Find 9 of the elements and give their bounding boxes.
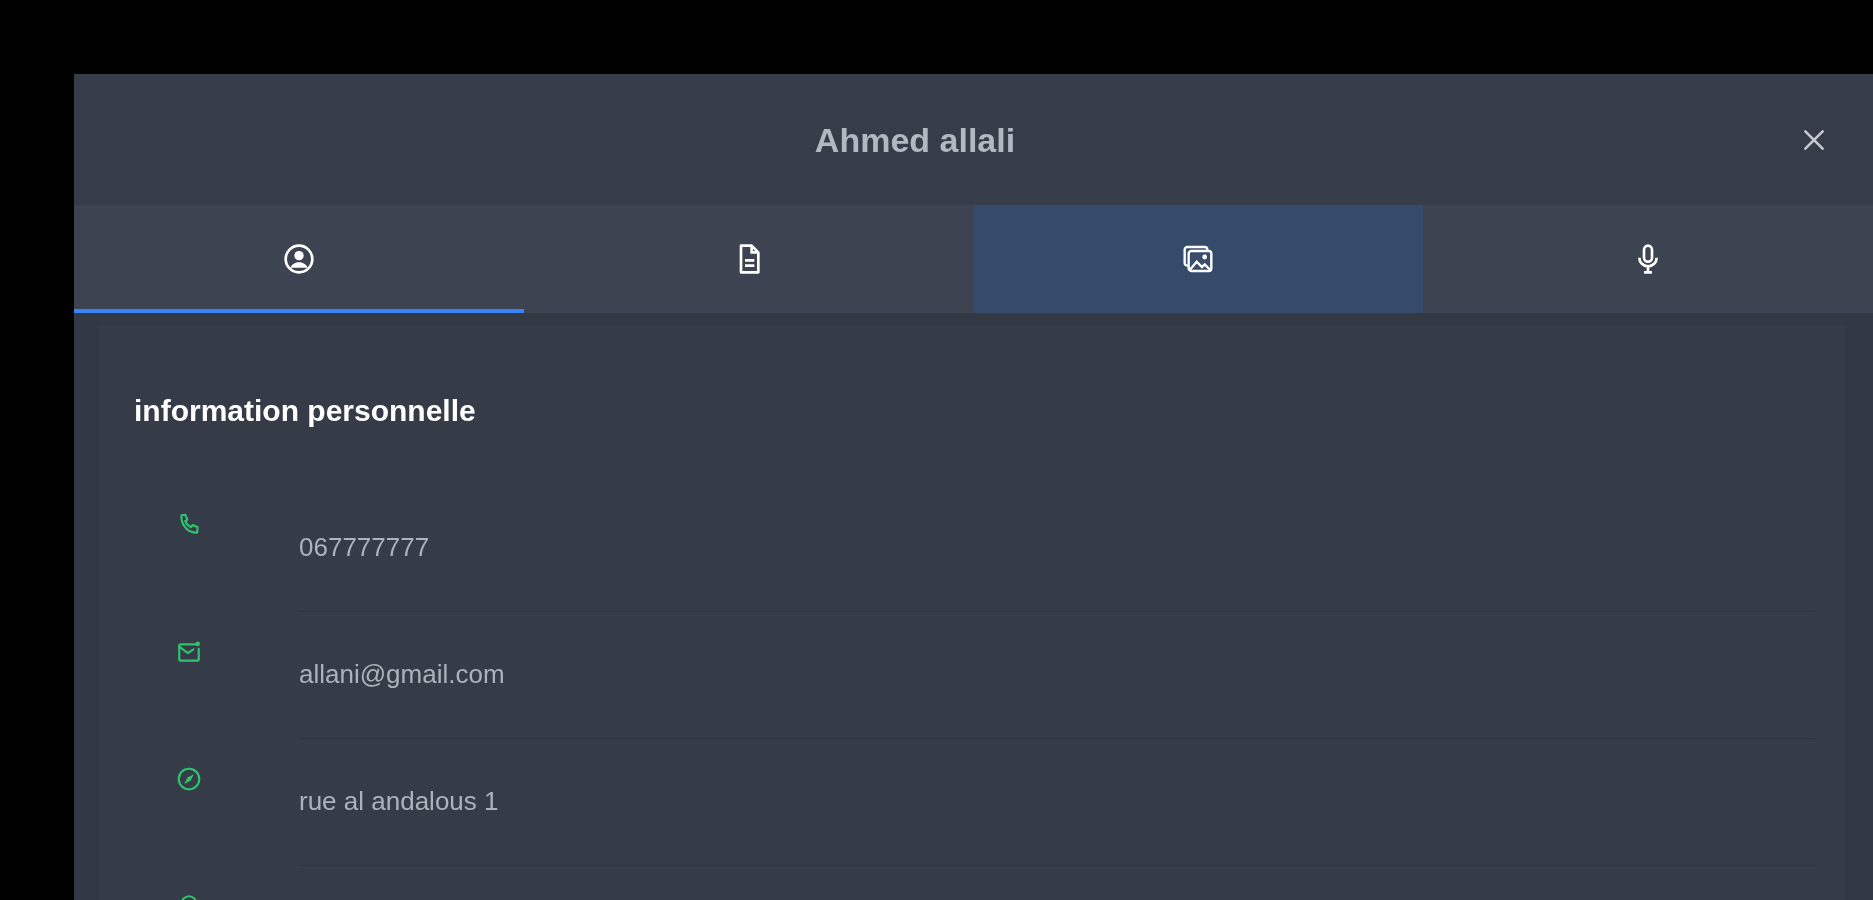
field-value: rue al andalous 1 [299, 786, 499, 816]
user-circle-icon [282, 243, 315, 275]
images-icon [1182, 243, 1215, 275]
field-value: allani@gmail.com [299, 659, 505, 689]
dialog-title: Ahmed allali [814, 119, 1016, 160]
compass-icon [176, 766, 202, 792]
section-heading: information personnelle [134, 393, 476, 429]
envelope-icon [176, 639, 202, 665]
field-value: 067777777 [299, 532, 430, 562]
